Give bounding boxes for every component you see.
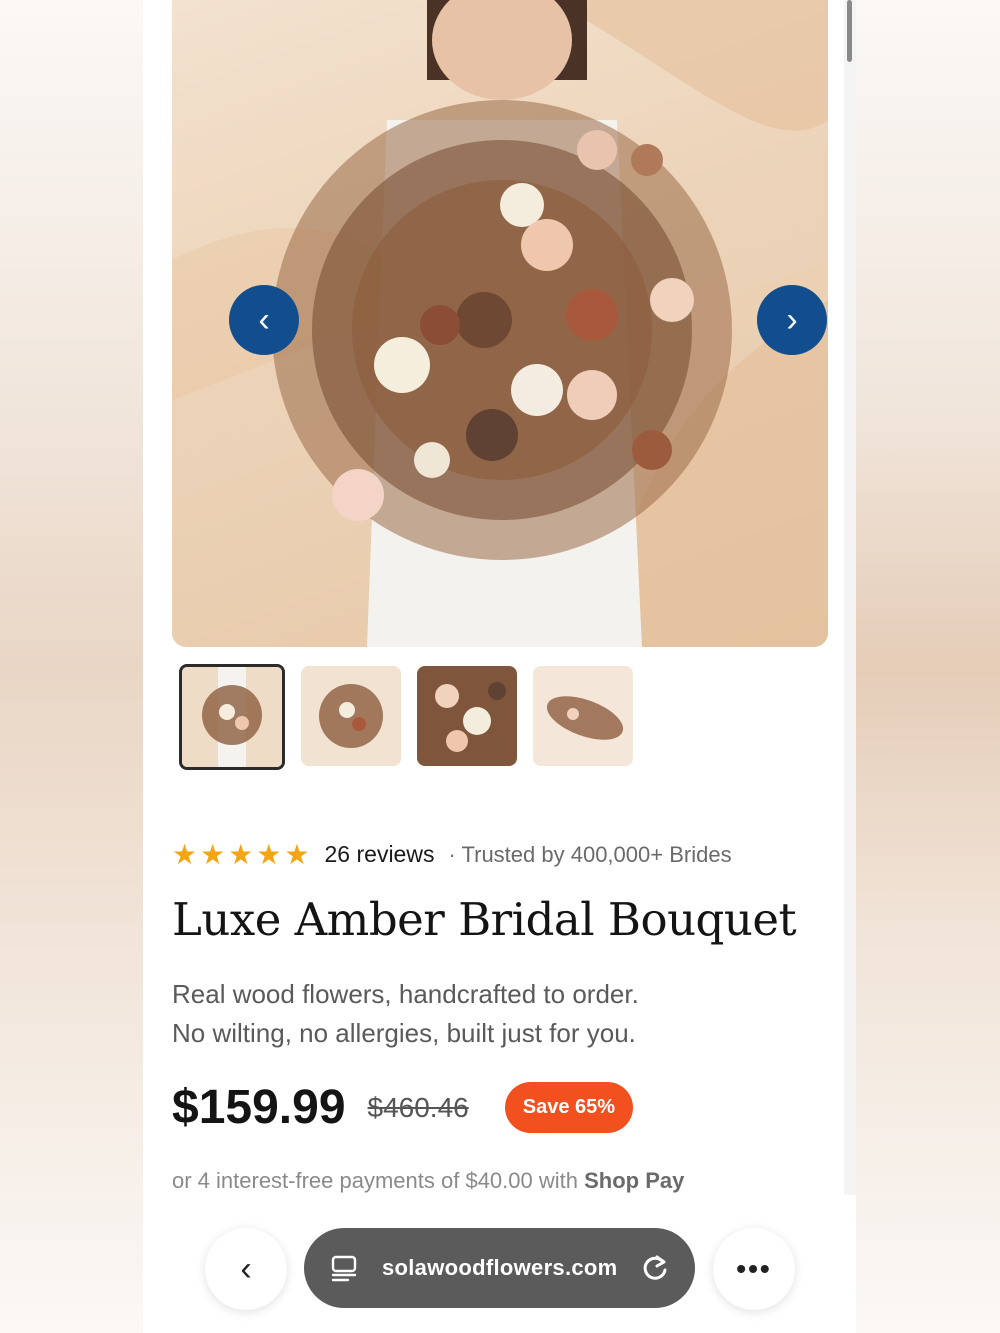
shop-pay-label[interactable]: Shop Pay [584,1168,684,1193]
star-rating-icons: ★★★★★ [172,839,313,870]
product-hero-image: ‹ › [172,0,828,647]
chevron-left-icon: ‹ [258,301,270,339]
background-blur-right [856,0,1000,1333]
gallery-prev-button[interactable]: ‹ [229,285,299,355]
reviews-link[interactable]: 26 reviews [325,841,435,868]
installments-text: or 4 interest-free payments of $40.00 wi… [172,1168,684,1194]
reload-icon[interactable] [639,1252,671,1284]
page-menu-icon[interactable] [330,1254,358,1282]
model-skin [432,0,572,100]
browser-toolbar: ‹ solawoodflowers.com ••• [143,1210,856,1333]
ellipsis-icon: ••• [736,1253,772,1284]
thumbnail-2[interactable] [301,666,401,766]
thumbnail-4[interactable] [533,666,633,766]
product-description: Real wood flowers, handcrafted to order.… [172,975,812,1053]
gallery-next-button[interactable]: › [757,285,827,355]
chevron-right-icon: › [786,301,798,339]
background-blur-left [0,0,143,1333]
sale-price: $159.99 [172,1081,346,1134]
description-line-2: No wilting, no allergies, built just for… [172,1018,636,1048]
product-title: Luxe Amber Bridal Bouquet [172,893,797,946]
browser-more-button[interactable]: ••• [713,1228,795,1310]
url-text: solawoodflowers.com [382,1255,618,1280]
bouquet-flowers [272,100,732,560]
thumbnail-1[interactable] [179,664,285,770]
thumbnail-strip [179,664,633,770]
scroll-track [844,0,856,1195]
trusted-text: · Trusted by 400,000+ Brides [448,841,732,867]
browser-back-button[interactable]: ‹ [205,1228,287,1310]
mobile-page: ‹ › ★★★★★ 26 reviews · Trusted by 400,00… [143,0,856,1333]
installments-copy: or 4 interest-free payments of $40.00 wi… [172,1168,578,1193]
rating-row: ★★★★★ 26 reviews · Trusted by 400,000+ B… [172,838,732,871]
thumbnail-3[interactable] [417,666,517,766]
save-badge: Save 65% [504,1082,634,1133]
address-bar[interactable]: solawoodflowers.com [304,1228,695,1308]
price-row: $159.99 $460.46 Save 65% [172,1080,634,1135]
chevron-left-icon: ‹ [240,1249,252,1288]
compare-price: $460.46 [367,1091,469,1123]
description-line-1: Real wood flowers, handcrafted to order. [172,979,639,1009]
scrollbar[interactable] [847,0,852,62]
